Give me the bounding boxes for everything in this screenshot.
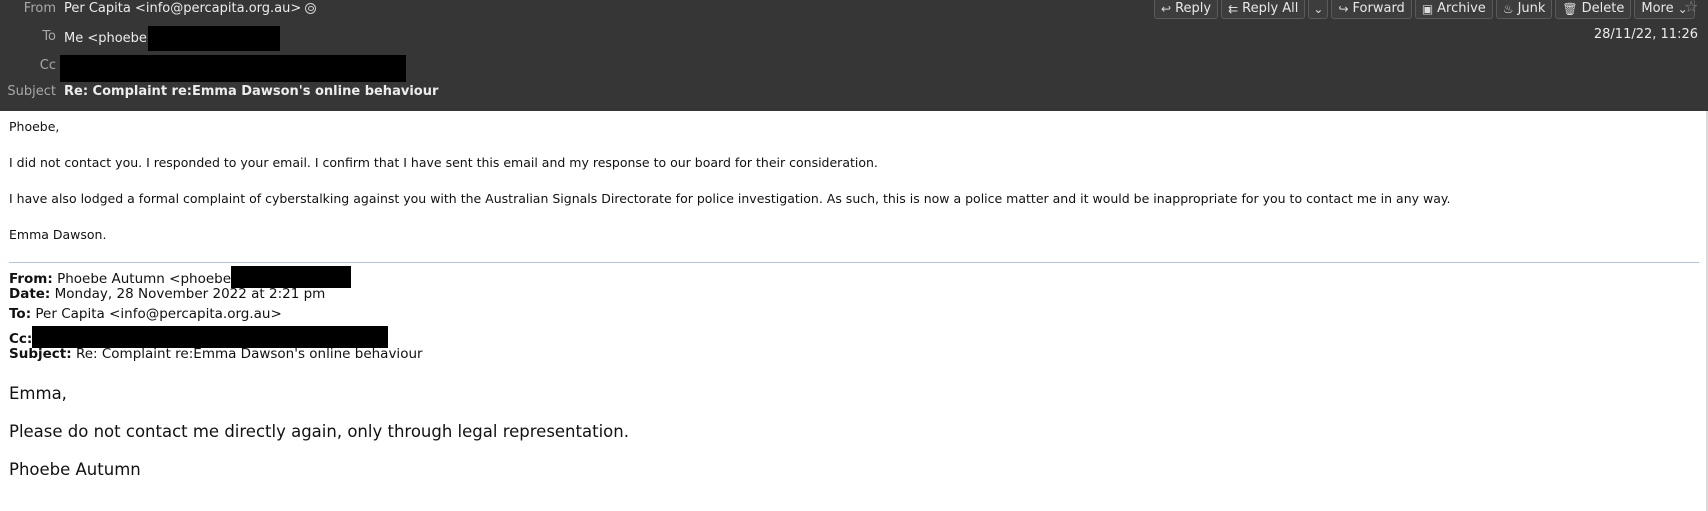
paragraph-2: I have also lodged a formal complaint of… <box>9 191 1451 206</box>
from-address[interactable]: Per Capita <info@percapita.org.au> <box>64 1 301 16</box>
reply-all-dropdown[interactable]: ⌄ <box>1308 0 1329 19</box>
to-value[interactable]: Me <phoebe <box>64 26 280 51</box>
paragraph-1: I did not contact you. I responded to yo… <box>9 155 878 170</box>
archive-button[interactable]: ▣ Archive <box>1414 0 1493 19</box>
to-address[interactable]: Me <phoebe <box>64 31 147 46</box>
quoted-from: From: Phoebe Autumn <phoebe <box>9 266 352 288</box>
signoff: Emma Dawson. <box>9 227 107 242</box>
quoted-subject: Subject: Re: Complaint re:Emma Dawson's … <box>9 346 423 362</box>
delete-button[interactable]: 🗑 Delete <box>1555 0 1632 19</box>
reply-all-icon: ⇇ <box>1228 1 1239 16</box>
from-label: From <box>23 1 56 16</box>
quoted-greeting: Emma, <box>9 384 67 403</box>
quoted-to: To: Per Capita <info@percapita.org.au> <box>9 306 282 322</box>
message-header: From Per Capita <info@percapita.org.au> … <box>0 0 1708 111</box>
archive-icon: ▣ <box>1421 1 1434 16</box>
greeting: Phoebe, <box>9 119 60 134</box>
quoted-cc: Cc: <box>9 326 389 348</box>
to-label: To <box>42 29 56 44</box>
message-body: Phoebe, I did not contact you. I respond… <box>0 111 1708 511</box>
subject-label: Subject <box>7 84 56 99</box>
contact-icon[interactable] <box>305 3 317 14</box>
cc-value <box>60 55 406 82</box>
junk-button[interactable]: ♨ Junk <box>1495 0 1553 19</box>
quoted-signoff: Phoebe Autumn <box>9 460 141 479</box>
cc-label: Cc <box>39 58 56 73</box>
quoted-paragraph-1: Please do not contact me directly again,… <box>9 422 629 441</box>
quoted-date: Date: Monday, 28 November 2022 at 2:21 p… <box>9 286 326 302</box>
reply-all-button[interactable]: ⇇ Reply All <box>1221 0 1306 19</box>
reply-button[interactable]: ↩ Reply <box>1154 0 1219 19</box>
redaction-block <box>231 266 352 288</box>
from-value[interactable]: Per Capita <info@percapita.org.au> <box>64 0 317 20</box>
redaction-block <box>147 26 280 51</box>
subject-value: Re: Complaint re:Emma Dawson's online be… <box>64 84 439 99</box>
redaction-block <box>32 326 389 348</box>
message-toolbar: ↩ Reply ⇇ Reply All ⌄ ↪ Forward ▣ Archive ♨ J… <box>1154 0 1695 20</box>
quote-divider <box>9 262 1699 263</box>
delete-icon: 🗑 <box>1562 1 1578 16</box>
forward-button[interactable]: ↪ Forward <box>1331 0 1412 19</box>
reply-icon: ↩ <box>1161 1 1172 16</box>
forward-icon: ↪ <box>1338 1 1349 16</box>
message-date: 28/11/22, 11:26 <box>1593 27 1698 42</box>
junk-icon: ♨ <box>1502 1 1514 16</box>
chevron-down-icon: ⌄ <box>1313 1 1324 16</box>
star-icon[interactable]: ☆ <box>1684 0 1698 16</box>
redaction-block <box>60 55 406 82</box>
